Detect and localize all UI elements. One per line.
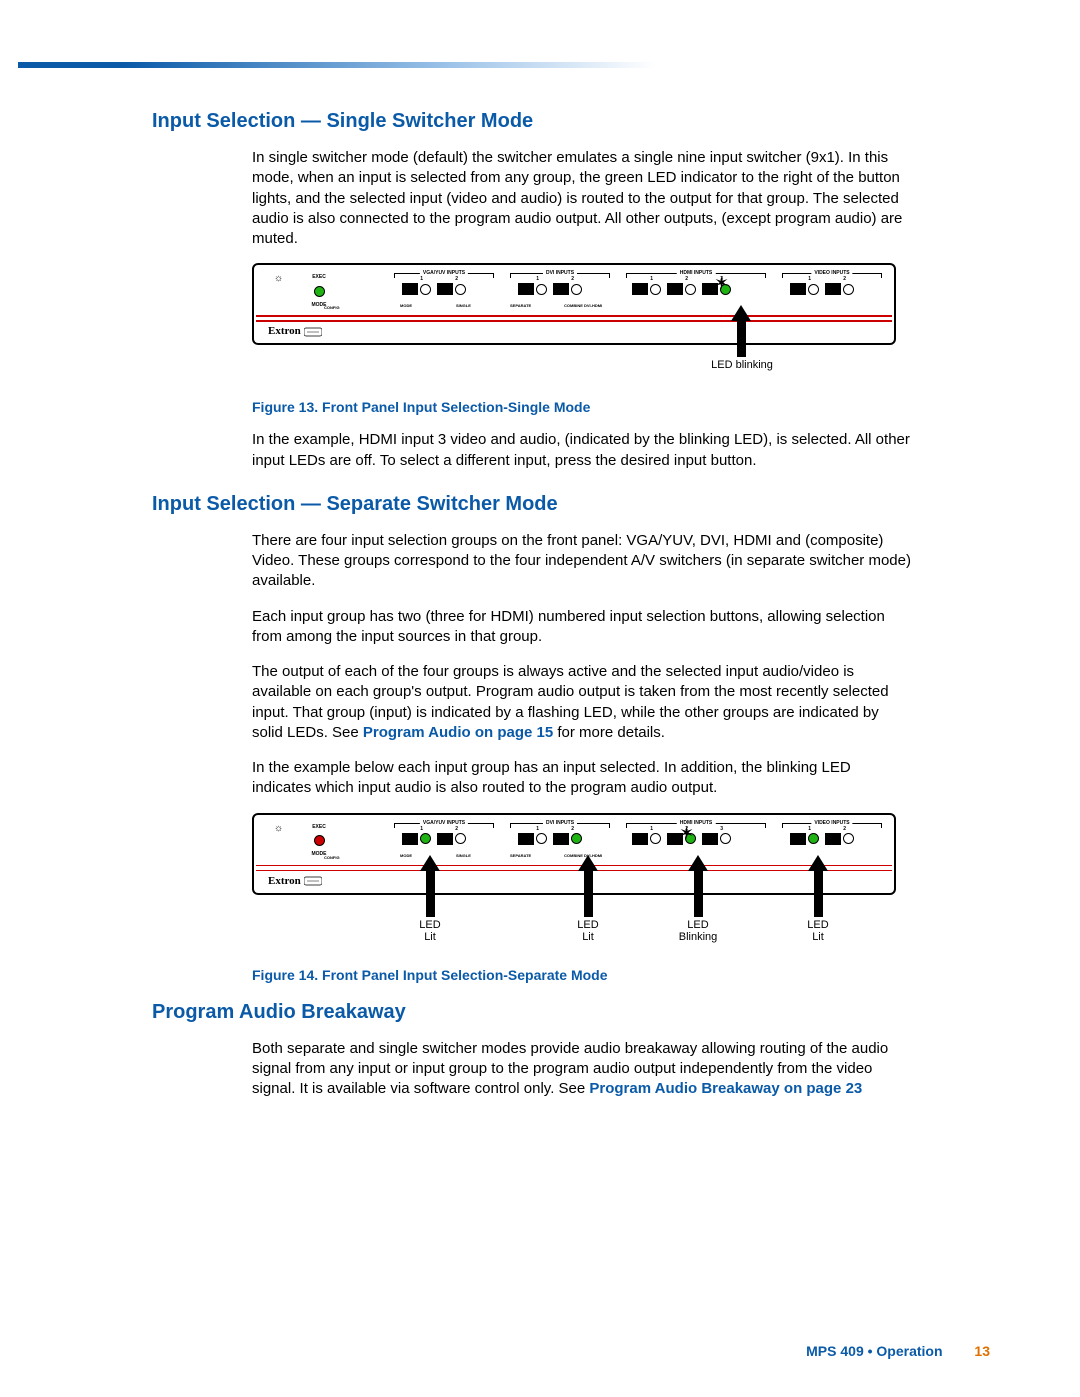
heading-program-audio: Program Audio Breakaway — [152, 1001, 912, 1024]
input-led-blinking — [720, 284, 731, 295]
config-label: CONFIG — [324, 855, 340, 860]
input-button[interactable] — [825, 833, 841, 845]
input-button[interactable] — [667, 283, 683, 295]
arrow-stem — [814, 871, 823, 917]
input-button[interactable] — [402, 283, 418, 295]
exec-label: EXEC — [294, 275, 344, 281]
arrow-icon — [808, 855, 828, 871]
exec-led — [314, 835, 325, 846]
config-label: CONFIG — [324, 305, 340, 310]
input-button[interactable] — [667, 833, 683, 845]
input-led — [455, 833, 466, 844]
input-led — [455, 284, 466, 295]
paragraph: Both separate and single switcher modes … — [252, 1039, 912, 1100]
group-label-hdmi: HDMI INPUTS — [677, 270, 716, 276]
brand-logo: Extron — [268, 325, 322, 337]
input-led — [420, 284, 431, 295]
group-label-hdmi: HDMI INPUTS — [677, 820, 716, 826]
arrow-label: LED Lit — [419, 919, 440, 943]
input-led-lit — [808, 833, 819, 844]
arrow-label: LED Blinking — [679, 919, 718, 943]
input-led — [650, 284, 661, 295]
arrow-icon — [688, 855, 708, 871]
footer-page-number: 13 — [974, 1343, 990, 1359]
arrow-label: LED blinking — [711, 359, 773, 371]
group-label-video: VIDEO INPUTS — [811, 820, 852, 826]
arrow-label: LED Lit — [807, 919, 828, 943]
input-led — [843, 284, 854, 295]
input-button[interactable] — [518, 283, 534, 295]
arrow-icon — [578, 855, 598, 871]
input-led-lit — [420, 833, 431, 844]
link-program-audio[interactable]: Program Audio on page 15 — [363, 724, 553, 741]
front-panel-diagram-single: ☼ EXEC MODE CONFIG Extron VGA/YUV INPUTS… — [252, 263, 896, 345]
arrow-stem — [426, 871, 435, 917]
input-led-blinking — [685, 833, 696, 844]
sublabel: COMBINE DVI-HDMI — [564, 303, 602, 308]
group-label-vga: VGA/YUV INPUTS — [420, 820, 468, 826]
group-label-video: VIDEO INPUTS — [811, 270, 852, 276]
input-button[interactable] — [553, 283, 569, 295]
input-led — [571, 284, 582, 295]
input-button[interactable] — [437, 833, 453, 845]
input-button[interactable] — [518, 833, 534, 845]
page-header-bar — [18, 62, 1080, 68]
light-icon: ☼ — [274, 823, 283, 834]
paragraph: In the example below each input group ha… — [252, 758, 912, 799]
input-led — [536, 284, 547, 295]
arrow-label: LED Lit — [577, 919, 598, 943]
paragraph: The output of each of the four groups is… — [252, 662, 912, 743]
input-led — [650, 833, 661, 844]
figure-caption-13: Figure 13. Front Panel Input Selection-S… — [252, 399, 912, 415]
exec-led — [314, 286, 325, 297]
input-button[interactable] — [702, 833, 718, 845]
page-footer: MPS 409 • Operation 13 — [806, 1343, 990, 1359]
arrow-icon — [731, 305, 751, 321]
input-button[interactable] — [632, 283, 648, 295]
input-led — [685, 284, 696, 295]
sublabel: MODE — [400, 853, 412, 858]
arrow-stem — [584, 871, 593, 917]
paragraph: There are four input selection groups on… — [252, 531, 912, 592]
input-button[interactable] — [702, 283, 718, 295]
sublabel: SEPARATE — [510, 853, 531, 858]
input-button[interactable] — [632, 833, 648, 845]
paragraph: Each input group has two (three for HDMI… — [252, 607, 912, 648]
input-button[interactable] — [825, 283, 841, 295]
input-led — [536, 833, 547, 844]
input-button[interactable] — [437, 283, 453, 295]
link-program-audio-breakaway[interactable]: Program Audio Breakaway on page 23 — [589, 1080, 862, 1097]
group-label-vga: VGA/YUV INPUTS — [420, 270, 468, 276]
input-button[interactable] — [553, 833, 569, 845]
brand-logo: Extron — [268, 875, 322, 887]
light-icon: ☼ — [274, 273, 283, 284]
input-button[interactable] — [402, 833, 418, 845]
exec-label: EXEC — [294, 825, 344, 831]
input-button[interactable] — [790, 833, 806, 845]
input-led — [843, 833, 854, 844]
sublabel: SINGLE — [456, 303, 471, 308]
input-led-lit — [571, 833, 582, 844]
paragraph: In the example, HDMI input 3 video and a… — [252, 430, 912, 471]
sublabel: MODE — [400, 303, 412, 308]
footer-doc-title: MPS 409 • Operation — [806, 1343, 942, 1359]
heading-separate-mode: Input Selection — Separate Switcher Mode — [152, 493, 912, 516]
input-led — [720, 833, 731, 844]
arrow-stem — [694, 871, 703, 917]
heading-single-mode: Input Selection — Single Switcher Mode — [152, 110, 912, 133]
figure-caption-14: Figure 14. Front Panel Input Selection-S… — [252, 967, 912, 983]
input-button[interactable] — [790, 283, 806, 295]
front-panel-diagram-separate: ☼ EXEC MODE CONFIG Extron VGA/YUV INPUTS… — [252, 813, 896, 895]
arrow-stem — [737, 321, 746, 357]
paragraph: In single switcher mode (default) the sw… — [252, 148, 912, 249]
sublabel: SEPARATE — [510, 303, 531, 308]
arrow-icon — [420, 855, 440, 871]
sublabel: SINGLE — [456, 853, 471, 858]
input-led — [808, 284, 819, 295]
